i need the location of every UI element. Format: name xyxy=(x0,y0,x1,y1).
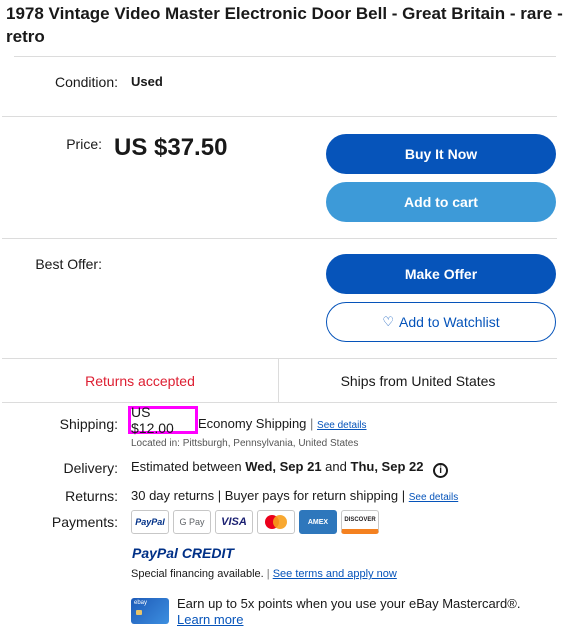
divider xyxy=(2,116,557,117)
condition-label: Condition: xyxy=(54,74,118,90)
condition-value: Used xyxy=(131,74,163,89)
divider xyxy=(14,56,556,57)
payments-label: Payments: xyxy=(51,514,118,530)
watchlist-label: Add to Watchlist xyxy=(399,314,500,330)
separator: | xyxy=(310,416,318,431)
mastercard-icon xyxy=(265,515,287,529)
delivery-label: Delivery: xyxy=(63,460,118,476)
shipping-method: Economy Shipping | See details xyxy=(198,416,367,431)
add-to-cart-button[interactable]: Add to cart xyxy=(326,182,556,222)
mastercard-promo-text: Earn up to 5x points when you use your e… xyxy=(177,596,521,611)
returns-text: 30 day returns | Buyer pays for return s… xyxy=(131,488,406,503)
amex-logo: AMEX xyxy=(299,510,337,534)
paypal-logo-text: PayPal xyxy=(135,517,165,527)
divider xyxy=(2,358,557,359)
card-chip xyxy=(136,610,142,615)
card-label: ebay xyxy=(134,600,148,606)
paypal-credit-info: Special financing available. | See terms… xyxy=(131,568,397,580)
buy-it-now-button[interactable]: Buy It Now xyxy=(326,134,556,174)
paypal-logo: PayPal xyxy=(131,510,169,534)
separator: | xyxy=(266,568,270,580)
best-offer-label: Best Offer: xyxy=(35,256,102,272)
returns-accepted-tab[interactable]: Returns accepted xyxy=(2,360,278,402)
heart-icon: ♡ xyxy=(382,314,394,329)
divider xyxy=(2,402,557,403)
shipping-price: US $12.00 xyxy=(128,404,198,436)
shipping-method-text: Economy Shipping xyxy=(198,416,307,431)
returns-label: Returns: xyxy=(65,488,118,504)
delivery-prefix: Estimated between xyxy=(131,459,242,474)
returns-see-details-link[interactable]: See details xyxy=(409,492,458,503)
delivery-date-start: Wed, Sep 21 xyxy=(245,459,322,474)
delivery-estimate: Estimated between Wed, Sep 21 and Thu, S… xyxy=(131,459,449,478)
paypal-credit-text: Special financing available. xyxy=(131,568,264,580)
ebay-mastercard-icon: ebay xyxy=(131,598,169,624)
shipping-see-details-link[interactable]: See details xyxy=(317,420,366,431)
ships-from-tab[interactable]: Ships from United States xyxy=(279,360,557,402)
price-label: Price: xyxy=(66,136,102,152)
make-offer-button[interactable]: Make Offer xyxy=(326,254,556,294)
delivery-and: and xyxy=(325,459,347,474)
visa-logo: VISA xyxy=(215,510,253,534)
paypal-credit-logo: PayPal CREDIT xyxy=(132,545,234,561)
returns-policy: 30 day returns | Buyer pays for return s… xyxy=(131,488,458,503)
add-to-watchlist-button[interactable]: ♡ Add to Watchlist xyxy=(326,302,556,342)
item-location: Located in: Pittsburgh, Pennsylvania, Un… xyxy=(131,438,359,449)
price-value: US $37.50 xyxy=(114,134,228,161)
listing-title: 1978 Vintage Video Master Electronic Doo… xyxy=(6,4,563,46)
delivery-date-end: Thu, Sep 22 xyxy=(350,459,424,474)
google-pay-logo: G Pay xyxy=(173,510,211,534)
mastercard-logo xyxy=(257,510,295,534)
discover-logo: DISCOVER xyxy=(341,510,379,534)
shipping-label: Shipping: xyxy=(59,416,118,432)
learn-more-link[interactable]: Learn more xyxy=(177,612,243,627)
paypal-credit-terms-link[interactable]: See terms and apply now xyxy=(273,568,397,580)
divider xyxy=(2,238,557,239)
info-icon[interactable]: i xyxy=(433,463,449,478)
